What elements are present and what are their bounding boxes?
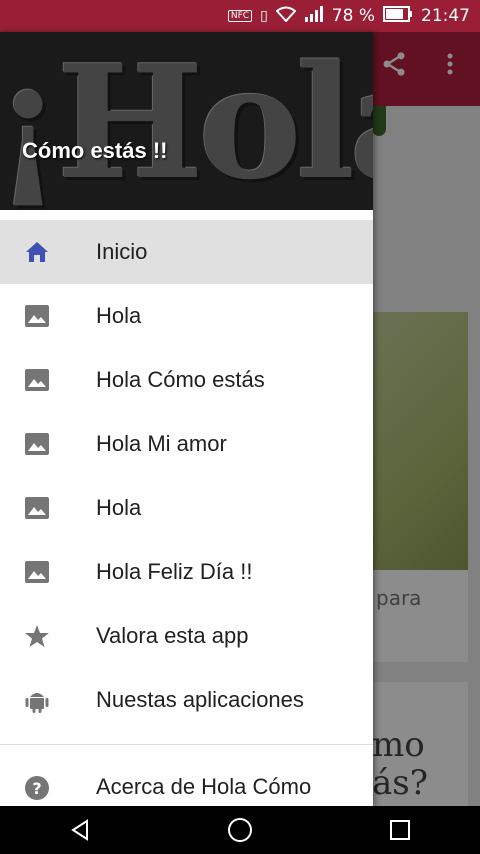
drawer-menu: Inicio Hola Hola Cómo estás Hola Mi amor… bbox=[0, 220, 373, 806]
recents-icon[interactable] bbox=[387, 817, 413, 843]
image-icon bbox=[24, 432, 50, 456]
image-icon bbox=[24, 496, 50, 520]
drawer-item-acerca-de[interactable]: ? Acerca de Hola Cómo bbox=[0, 755, 373, 806]
home-nav-icon[interactable] bbox=[227, 817, 253, 843]
drawer-divider bbox=[0, 744, 373, 745]
drawer-item-label: Hola Mi amor bbox=[96, 431, 227, 456]
header-art-image: ¡Hola! bbox=[0, 32, 373, 210]
drawer-item-valora-esta-app[interactable]: Valora esta app bbox=[0, 604, 373, 668]
drawer-item-label: Inicio bbox=[96, 239, 148, 264]
drawer-item-label: Valora esta app bbox=[96, 623, 249, 648]
drawer-item-inicio[interactable]: Inicio bbox=[0, 220, 373, 284]
status-bar: NFC ▯ 78 % 21:47 bbox=[0, 0, 480, 32]
drawer-header-title: Cómo estás !! bbox=[22, 138, 168, 163]
drawer-item-hola[interactable]: Hola bbox=[0, 284, 373, 348]
drawer-item-label: Nuestas aplicaciones bbox=[96, 687, 304, 712]
vibrate-icon: ▯ bbox=[260, 8, 268, 24]
drawer-item-hola-como-estas[interactable]: Hola Cómo estás bbox=[0, 348, 373, 412]
android-icon bbox=[24, 688, 50, 713]
battery-icon bbox=[383, 5, 413, 27]
drawer-item-label: Acerca de Hola Cómo bbox=[96, 774, 312, 799]
drawer-item-label: Hola Feliz Día !! bbox=[96, 559, 253, 584]
drawer-item-label: Hola Cómo estás bbox=[96, 367, 265, 392]
drawer-item-label: Hola bbox=[96, 303, 142, 328]
system-navigation-bar bbox=[0, 806, 480, 854]
image-icon bbox=[24, 560, 50, 584]
back-icon[interactable] bbox=[67, 817, 93, 843]
drawer-item-label: Hola bbox=[96, 495, 142, 520]
drawer-header: ¡Hola! Cómo estás !! bbox=[0, 32, 373, 210]
drawer-item-hola-mi-amor[interactable]: Hola Mi amor bbox=[0, 412, 373, 476]
signal-icon bbox=[304, 6, 324, 26]
svg-text:?: ? bbox=[32, 779, 41, 798]
nfc-icon: NFC bbox=[227, 10, 253, 22]
battery-percent: 78 % bbox=[331, 6, 375, 26]
drawer-item-hola-feliz-dia[interactable]: Hola Feliz Día !! bbox=[0, 540, 373, 604]
star-icon bbox=[24, 624, 50, 648]
wifi-icon bbox=[275, 6, 297, 26]
help-icon: ? bbox=[24, 775, 50, 800]
drawer-item-nuestas-aplicaciones[interactable]: Nuestas aplicaciones bbox=[0, 668, 373, 732]
clock: 21:47 bbox=[421, 6, 470, 26]
drawer-item-hola-2[interactable]: Hola bbox=[0, 476, 373, 540]
home-icon bbox=[24, 240, 50, 264]
navigation-drawer: ¡Hola! Cómo estás !! Inicio Hola Hola Có… bbox=[0, 32, 373, 806]
image-icon bbox=[24, 304, 50, 328]
image-icon bbox=[24, 368, 50, 392]
